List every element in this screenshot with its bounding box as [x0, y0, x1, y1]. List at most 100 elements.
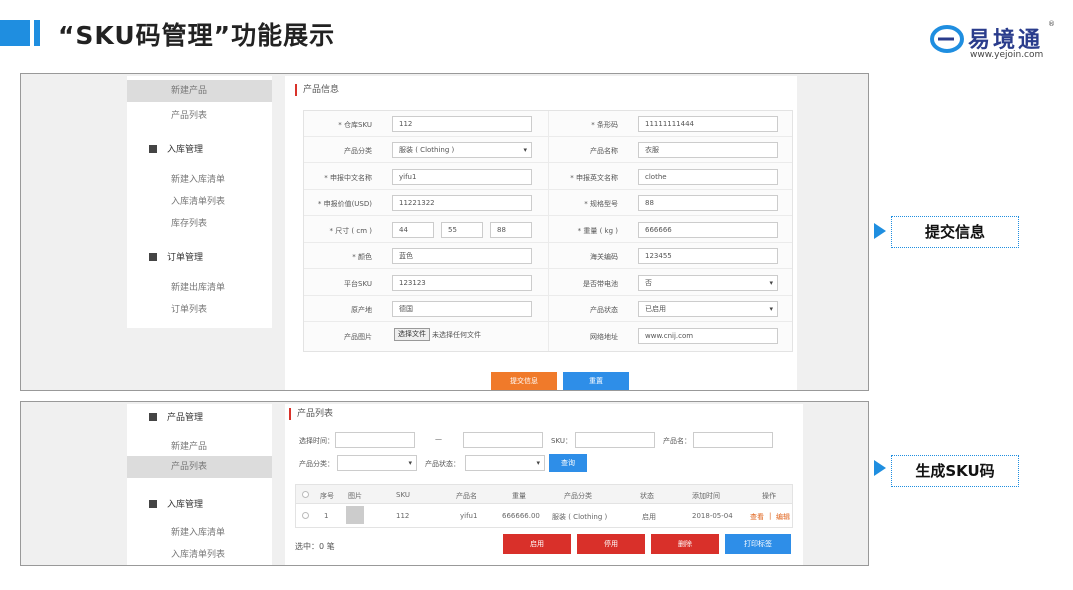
category-filter-select[interactable]	[337, 455, 417, 471]
product-form-panel: 新建产品 产品列表 入库管理 新建入库清单 入库清单列表 库存列表 订单管理 新…	[20, 73, 869, 391]
search-button[interactable]: 查询	[549, 454, 587, 472]
cell-status: 启用	[642, 513, 656, 521]
product-thumbnail	[346, 506, 364, 524]
sidebar-item-inbound-list[interactable]: 入库清单列表	[171, 194, 225, 207]
origin-input[interactable]: 德国	[392, 301, 532, 317]
menu-square-icon	[149, 145, 157, 153]
header-accent-bar	[34, 20, 40, 46]
category-label: 产品分类	[344, 147, 372, 155]
color-input[interactable]: 蓝色	[392, 248, 532, 264]
start-time-input[interactable]	[335, 432, 415, 448]
sidebar-item-stock-list[interactable]: 库存列表	[171, 216, 207, 229]
cell-index: 1	[324, 512, 329, 520]
list-main: 产品列表 选择时间： — SKU： 产品名： 产品分类： 产品状态： 查询 序号…	[285, 404, 803, 565]
sidebar-group-inbound[interactable]: 入库管理	[149, 497, 203, 510]
col-header: 序号	[320, 492, 334, 500]
sidebar: 新建产品 产品列表 入库管理 新建入库清单 入库清单列表 库存列表 订单管理 新…	[127, 76, 272, 328]
sidebar-item-product-list[interactable]: 产品列表	[171, 108, 207, 121]
size-length-input[interactable]: 44	[392, 222, 434, 238]
enable-button[interactable]: 启用	[503, 534, 571, 554]
menu-square-icon	[149, 253, 157, 261]
status-filter-label: 产品状态：	[425, 460, 460, 468]
sku-label: * 仓库SKU	[338, 121, 372, 129]
section-title: 产品列表	[289, 408, 333, 420]
sidebar-group-inbound[interactable]: 入库管理	[149, 142, 203, 155]
section-title: 产品信息	[295, 84, 339, 96]
weight-label: * 重量 ( kg )	[577, 227, 618, 235]
file-status-text: 未选择任何文件	[432, 331, 481, 339]
sidebar-item-product-list[interactable]: 产品列表	[127, 456, 272, 478]
size-width-input[interactable]: 55	[441, 222, 483, 238]
weight-input[interactable]: 666666	[638, 222, 778, 238]
category-filter-label: 产品分类：	[299, 460, 334, 468]
sku-filter-label: SKU：	[551, 437, 572, 445]
header-accent-block	[0, 20, 30, 46]
end-time-input[interactable]	[463, 432, 543, 448]
table-row[interactable]: 1 112 yifu1 666666.00 服装 ( Clothing ) 启用…	[295, 504, 793, 528]
cell-sku: 112	[396, 512, 410, 520]
color-label: * 颜色	[352, 253, 372, 261]
size-label: * 尺寸 ( cm )	[329, 227, 372, 235]
hs-input[interactable]: 123455	[638, 248, 778, 264]
decl-value-input[interactable]: 11221322	[392, 195, 532, 211]
choose-file-button[interactable]: 选择文件	[394, 328, 430, 341]
image-label: 产品图片	[344, 333, 372, 341]
status-filter-select[interactable]	[465, 455, 545, 471]
logo-registered: ®	[1048, 20, 1055, 28]
cn-decl-input[interactable]: yifu1	[392, 169, 532, 185]
selected-count: 选中：0 笔	[295, 542, 335, 551]
en-decl-input[interactable]: clothe	[638, 169, 778, 185]
sidebar-item-new-inbound[interactable]: 新建入库清单	[171, 172, 225, 185]
battery-label: 是否带电池	[583, 280, 618, 288]
logo-icon	[930, 25, 964, 53]
select-all-checkbox[interactable]	[302, 491, 309, 498]
cell-category: 服装 ( Clothing )	[552, 513, 608, 521]
sidebar-item-new-product[interactable]: 新建产品	[171, 439, 207, 452]
cell-date: 2018-05-04	[692, 512, 733, 520]
delete-button[interactable]: 删除	[651, 534, 719, 554]
menu-square-icon	[149, 413, 157, 421]
status-select[interactable]: 已启用	[638, 301, 778, 317]
size-height-input[interactable]: 88	[490, 222, 532, 238]
submit-button[interactable]: 提交信息	[491, 372, 557, 390]
sidebar-item-new-product[interactable]: 新建产品	[127, 80, 272, 102]
sidebar-item-order-list[interactable]: 订单列表	[171, 302, 207, 315]
disable-button[interactable]: 停用	[577, 534, 645, 554]
url-input[interactable]: www.cnij.com	[638, 328, 778, 344]
edit-link[interactable]: 编辑	[776, 512, 790, 522]
platform-sku-input[interactable]: 123123	[392, 275, 532, 291]
url-label: 网络地址	[590, 333, 618, 341]
barcode-input[interactable]: 11111111444	[638, 116, 778, 132]
name-filter-input[interactable]	[693, 432, 773, 448]
sidebar-item-inbound-list[interactable]: 入库清单列表	[171, 547, 225, 560]
sku-input[interactable]: 112	[392, 116, 532, 132]
page-title: “SKU码管理”功能展示	[58, 21, 336, 50]
print-label-button[interactable]: 打印标签	[725, 534, 791, 554]
battery-select[interactable]: 否	[638, 275, 778, 291]
en-decl-label: * 申报英文名称	[570, 174, 618, 182]
sidebar-item-new-inbound[interactable]: 新建入库清单	[171, 525, 225, 538]
spec-label: * 规格型号	[584, 200, 618, 208]
spec-input[interactable]: 88	[638, 195, 778, 211]
name-filter-label: 产品名：	[663, 437, 691, 445]
reset-button[interactable]: 重置	[563, 372, 629, 390]
time-dash: —	[435, 435, 442, 443]
logo-url: www.yejoin.com	[970, 50, 1044, 60]
sidebar-group-label: 入库管理	[167, 145, 204, 155]
origin-label: 原产地	[351, 306, 372, 314]
sidebar-item-new-outbound[interactable]: 新建出库清单	[171, 280, 225, 293]
view-link[interactable]: 查看	[750, 512, 764, 522]
hs-label: 海关编码	[590, 253, 618, 261]
cell-name: yifu1	[460, 512, 478, 520]
arrow-right-icon	[874, 460, 886, 476]
sidebar-group-orders[interactable]: 订单管理	[149, 250, 203, 263]
row-checkbox[interactable]	[302, 512, 309, 519]
sku-filter-input[interactable]	[575, 432, 655, 448]
callout-generate-sku: 生成SKU码	[891, 455, 1019, 487]
category-select[interactable]: 服装 ( Clothing )	[392, 142, 532, 158]
cn-decl-label: * 申报中文名称	[324, 174, 372, 182]
sidebar-group-products[interactable]: 产品管理	[149, 410, 203, 423]
name-input[interactable]: 衣服	[638, 142, 778, 158]
op-separator: |	[769, 512, 772, 520]
time-label: 选择时间：	[299, 437, 334, 445]
